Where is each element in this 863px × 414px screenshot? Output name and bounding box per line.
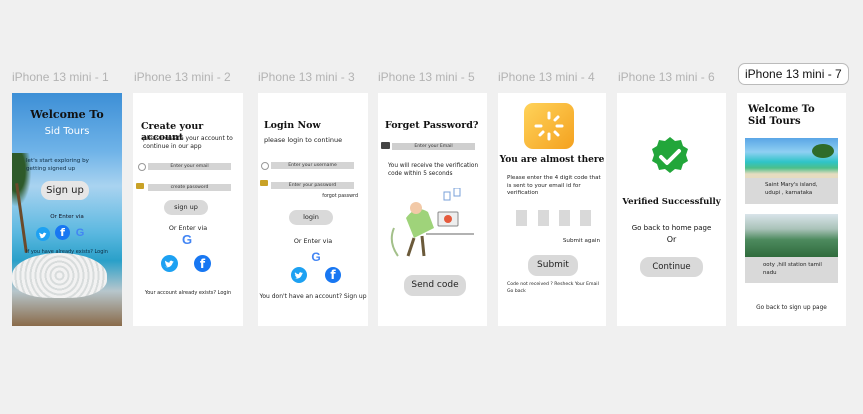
frame-forget-password: Forget Password? Enter your Email You wi… [378, 93, 487, 326]
lounger-image [12, 253, 107, 298]
frame-label-6: iPhone 13 mini - 6 [618, 70, 715, 84]
code-digit-1[interactable] [516, 210, 527, 226]
frame-create-account: Create your account please create your a… [133, 93, 243, 326]
user-icon [261, 162, 269, 170]
or-enter-via: Or Enter via [50, 214, 84, 220]
frame-login: Login Now please login to continue Enter… [258, 93, 368, 326]
lock-icon [260, 180, 268, 186]
password-field[interactable]: Enter your password [271, 182, 354, 189]
forgot-password-link[interactable]: forgot passwrd [322, 194, 358, 199]
frame-label-2: iPhone 13 mini - 2 [134, 70, 231, 84]
destination-caption-1: Saint Mary's island, udupi , karnataka [765, 182, 818, 197]
facebook-icon[interactable]: f [194, 255, 211, 272]
user-icon [138, 163, 146, 171]
signup-link[interactable]: You don't have an account? Sign up [258, 293, 368, 300]
frame-label-7[interactable]: iPhone 13 mini - 7 [738, 63, 849, 85]
loader-icon [524, 103, 574, 149]
destinations-title: Welcome To Sid Tours [748, 104, 815, 127]
lock-icon [136, 183, 144, 189]
submit-button[interactable]: Submit [528, 255, 578, 276]
or-enter-via: Or Enter via [293, 237, 333, 245]
destination-photo-1[interactable] [745, 138, 838, 178]
password-field[interactable]: create password [148, 184, 231, 191]
destination-card-1[interactable]: Saint Mary's island, udupi , karnataka [745, 178, 838, 204]
submit-again-link[interactable]: Submit again [563, 238, 600, 244]
login-title: Login Now [264, 120, 321, 131]
verified-title: Verified Successfully [622, 197, 721, 207]
home-link[interactable]: Go back to home page [617, 224, 726, 232]
frame-label-5: iPhone 13 mini - 5 [378, 70, 475, 84]
verify-desc: Please enter the 4 digit code that is se… [507, 175, 601, 197]
login-link[interactable]: Your account already exists? Login [133, 290, 243, 296]
username-field[interactable]: Enter your username [271, 162, 354, 169]
google-icon[interactable]: G [180, 232, 194, 247]
forget-title: Forget Password? [385, 120, 479, 131]
signup-button[interactable]: Sign up [41, 181, 89, 200]
frame-label-1: iPhone 13 mini - 1 [12, 70, 109, 84]
check-icon [648, 135, 692, 179]
resend-footer[interactable]: Code not received ? Resheck Your Email G… [507, 282, 603, 296]
palm-decoration [812, 144, 834, 158]
google-icon[interactable]: G [74, 227, 86, 239]
signup-button[interactable]: sign up [164, 200, 208, 215]
login-button[interactable]: login [289, 210, 333, 225]
or-text: Or [666, 235, 677, 244]
destination-photo-2[interactable] [745, 214, 838, 257]
person-laptop-illustration [390, 188, 474, 257]
email-icon [381, 142, 390, 149]
back-to-signup-link[interactable]: Go back to sign up page [737, 305, 846, 311]
twitter-icon[interactable] [36, 227, 50, 241]
login-link[interactable]: If you have already exists? Login [12, 249, 122, 255]
brand-subtitle: Sid Tours [44, 126, 90, 137]
facebook-icon[interactable]: f [325, 267, 341, 283]
email-field[interactable]: Enter your email [148, 163, 231, 170]
login-desc: please login to continue [264, 136, 343, 144]
almost-title: You are almost there [499, 155, 605, 165]
welcome-title: Welcome To [30, 108, 104, 121]
twitter-icon[interactable] [291, 267, 307, 283]
forget-desc: You will receive the verification code w… [388, 163, 479, 177]
destination-card-2[interactable]: ooty ,hill station tamil nadu [745, 257, 838, 283]
continue-button[interactable]: Continue [640, 257, 703, 277]
frame-welcome: Welcome To Sid Tours let's start explori… [12, 93, 122, 326]
code-digit-2[interactable] [538, 210, 549, 226]
create-desc: please create your account to continue i… [143, 135, 233, 151]
tagline: let's start exploring by getting signed … [26, 158, 89, 172]
frame-label-3: iPhone 13 mini - 3 [258, 70, 355, 84]
send-code-button[interactable]: Send code [404, 275, 466, 296]
frame-verified: Verified Successfully Go back to home pa… [617, 93, 726, 326]
google-icon[interactable]: G [309, 250, 323, 264]
frame-label-4: iPhone 13 mini - 4 [498, 70, 595, 84]
twitter-icon[interactable] [161, 255, 178, 272]
frame-destinations: Welcome To Sid Tours Saint Mary's island… [737, 93, 846, 326]
facebook-icon[interactable]: f [55, 225, 70, 240]
email-field[interactable]: Enter your Email [392, 143, 475, 150]
destination-caption-2: ooty ,hill station tamil nadu [763, 262, 822, 277]
code-digit-4[interactable] [580, 210, 591, 226]
frame-verify-code: You are almost there Please enter the 4 … [498, 93, 606, 326]
code-digit-3[interactable] [559, 210, 570, 226]
